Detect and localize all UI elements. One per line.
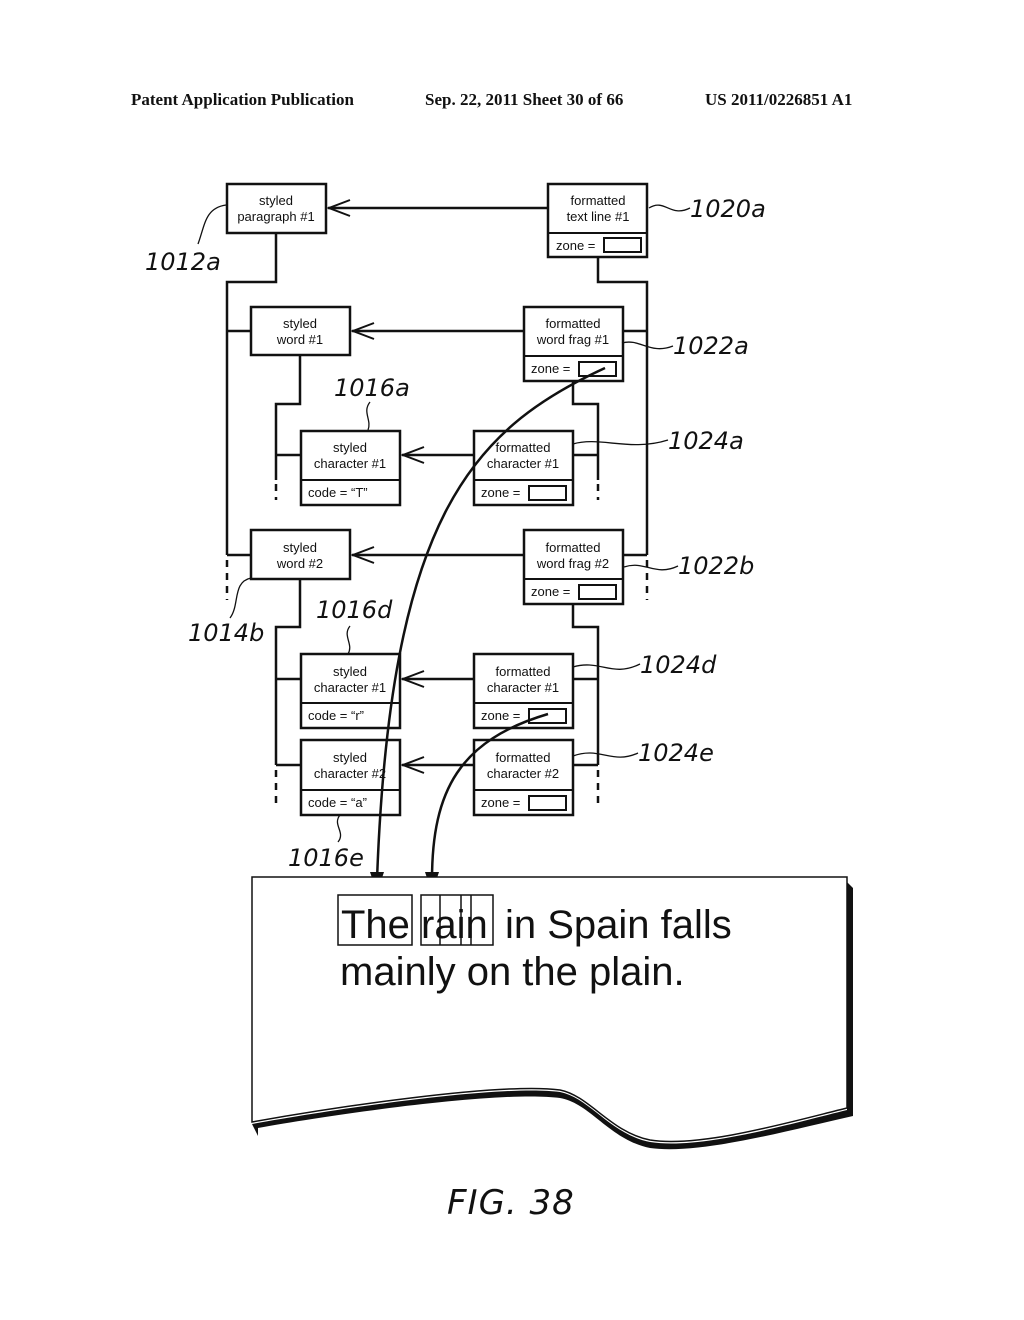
- ref-label: 1024e: [638, 739, 714, 767]
- formatted-character-1d-node: formatted character #1 zone =: [472, 652, 575, 730]
- ref-1020a: 1020a: [648, 195, 766, 223]
- node-title: formatted: [571, 193, 626, 208]
- ref-label: 1014b: [188, 619, 264, 647]
- ref-label: 1024a: [668, 427, 744, 455]
- connector-paragraph-to-words: [225, 233, 278, 555]
- zone-field-label: zone =: [481, 485, 520, 500]
- page-line1-rest: in Spain falls: [505, 903, 732, 947]
- zone-field-label: zone =: [556, 238, 595, 253]
- ref-1016d: 1016d: [316, 596, 393, 655]
- node-title: styled: [283, 540, 317, 555]
- ref-1024e: 1024e: [572, 739, 714, 767]
- ref-label: 1020a: [690, 195, 766, 223]
- ref-1022a: 1022a: [621, 332, 749, 360]
- zone-value-box: [603, 237, 642, 253]
- ref-1012a: 1012a: [145, 204, 227, 276]
- node-subtitle: character #1: [314, 680, 386, 695]
- connector-word1-to-chars: [274, 355, 302, 480]
- arrow-frag1-to-word1: [350, 322, 524, 340]
- ref-label: 1016e: [288, 844, 364, 872]
- node-title: styled: [333, 664, 367, 679]
- zone-field-label: zone =: [481, 708, 520, 723]
- zone-field-label: zone =: [531, 361, 570, 376]
- arrow-textline-to-paragraph: [326, 199, 548, 217]
- node-title: formatted: [496, 750, 551, 765]
- diagram: styled paragraph #1 formatted text line …: [145, 182, 853, 1223]
- connector-word2-to-chars: [274, 579, 302, 765]
- styled-paragraph-node: styled paragraph #1: [225, 182, 328, 235]
- node-title: formatted: [496, 440, 551, 455]
- node-title: formatted: [546, 316, 601, 331]
- formatted-character-1a-node: formatted character #1 zone =: [472, 429, 575, 507]
- styled-character-r-node: styled character #1 code = “r”: [299, 652, 402, 730]
- arrow-char-to-char-T: [400, 446, 474, 464]
- styled-word-2-node: styled word #2: [249, 528, 352, 581]
- node-title: formatted: [496, 664, 551, 679]
- node-title: styled: [283, 316, 317, 331]
- ref-1024d: 1024d: [572, 651, 717, 679]
- formatted-word-frag-1-node: formatted word frag #1 zone =: [522, 305, 625, 383]
- node-subtitle: word #2: [276, 556, 323, 571]
- node-subtitle: text line #1: [567, 209, 630, 224]
- node-subtitle: character #1: [487, 680, 559, 695]
- node-subtitle: character #1: [314, 456, 386, 471]
- connector-frag2-to-chars: [571, 604, 600, 765]
- arrow-frag2-to-word2: [350, 546, 524, 564]
- node-title: styled: [333, 750, 367, 765]
- code-field-label: code = “a”: [308, 795, 367, 810]
- node-subtitle: paragraph #1: [237, 209, 314, 224]
- arrow-char-to-char-r: [400, 670, 474, 688]
- zone-field-label: zone =: [531, 584, 570, 599]
- ref-label: 1022b: [678, 552, 754, 580]
- ref-label: 1022a: [673, 332, 749, 360]
- styled-word-1-node: styled word #1: [249, 305, 352, 357]
- zone-value-box: [528, 485, 567, 501]
- ref-label: 1012a: [145, 248, 221, 276]
- page-word-the: The: [341, 903, 410, 947]
- code-field-label: code = “T”: [308, 485, 368, 500]
- ref-label: 1016a: [334, 374, 410, 402]
- zone-value-box: [578, 361, 617, 377]
- ref-label: 1024d: [640, 651, 717, 679]
- zone-value-box: [578, 584, 617, 600]
- zone-field-label: zone =: [481, 795, 520, 810]
- connector-textline-to-frags: [596, 257, 649, 555]
- node-subtitle: word frag #2: [536, 556, 609, 571]
- page-line2: mainly on the plain.: [340, 950, 685, 994]
- figure-label: FIG. 38: [447, 1183, 575, 1223]
- zone-value-box: [528, 708, 567, 724]
- node-subtitle: word #1: [276, 332, 323, 347]
- ref-1016e: 1016e: [288, 814, 364, 872]
- node-title: formatted: [546, 540, 601, 555]
- node-subtitle: character #2: [314, 766, 386, 781]
- formatted-word-frag-2-node: formatted word frag #2 zone =: [522, 528, 625, 606]
- node-subtitle: character #2: [487, 766, 559, 781]
- page-word-rain: rain: [421, 903, 488, 947]
- node-subtitle: word frag #1: [536, 332, 609, 347]
- node-title: styled: [259, 193, 293, 208]
- ref-1016a: 1016a: [334, 374, 410, 431]
- formatted-text-line-node: formatted text line #1 zone =: [546, 182, 649, 259]
- formatted-character-2e-node: formatted character #2 zone =: [472, 738, 575, 817]
- connector-frag1-to-chars: [571, 381, 600, 480]
- code-field-label: code = “r”: [308, 708, 364, 723]
- styled-character-T-node: styled character #1 code = “T”: [299, 429, 402, 507]
- ref-label: 1016d: [316, 596, 393, 624]
- node-subtitle: character #1: [487, 456, 559, 471]
- node-title: styled: [333, 440, 367, 455]
- zone-value-box: [528, 795, 567, 811]
